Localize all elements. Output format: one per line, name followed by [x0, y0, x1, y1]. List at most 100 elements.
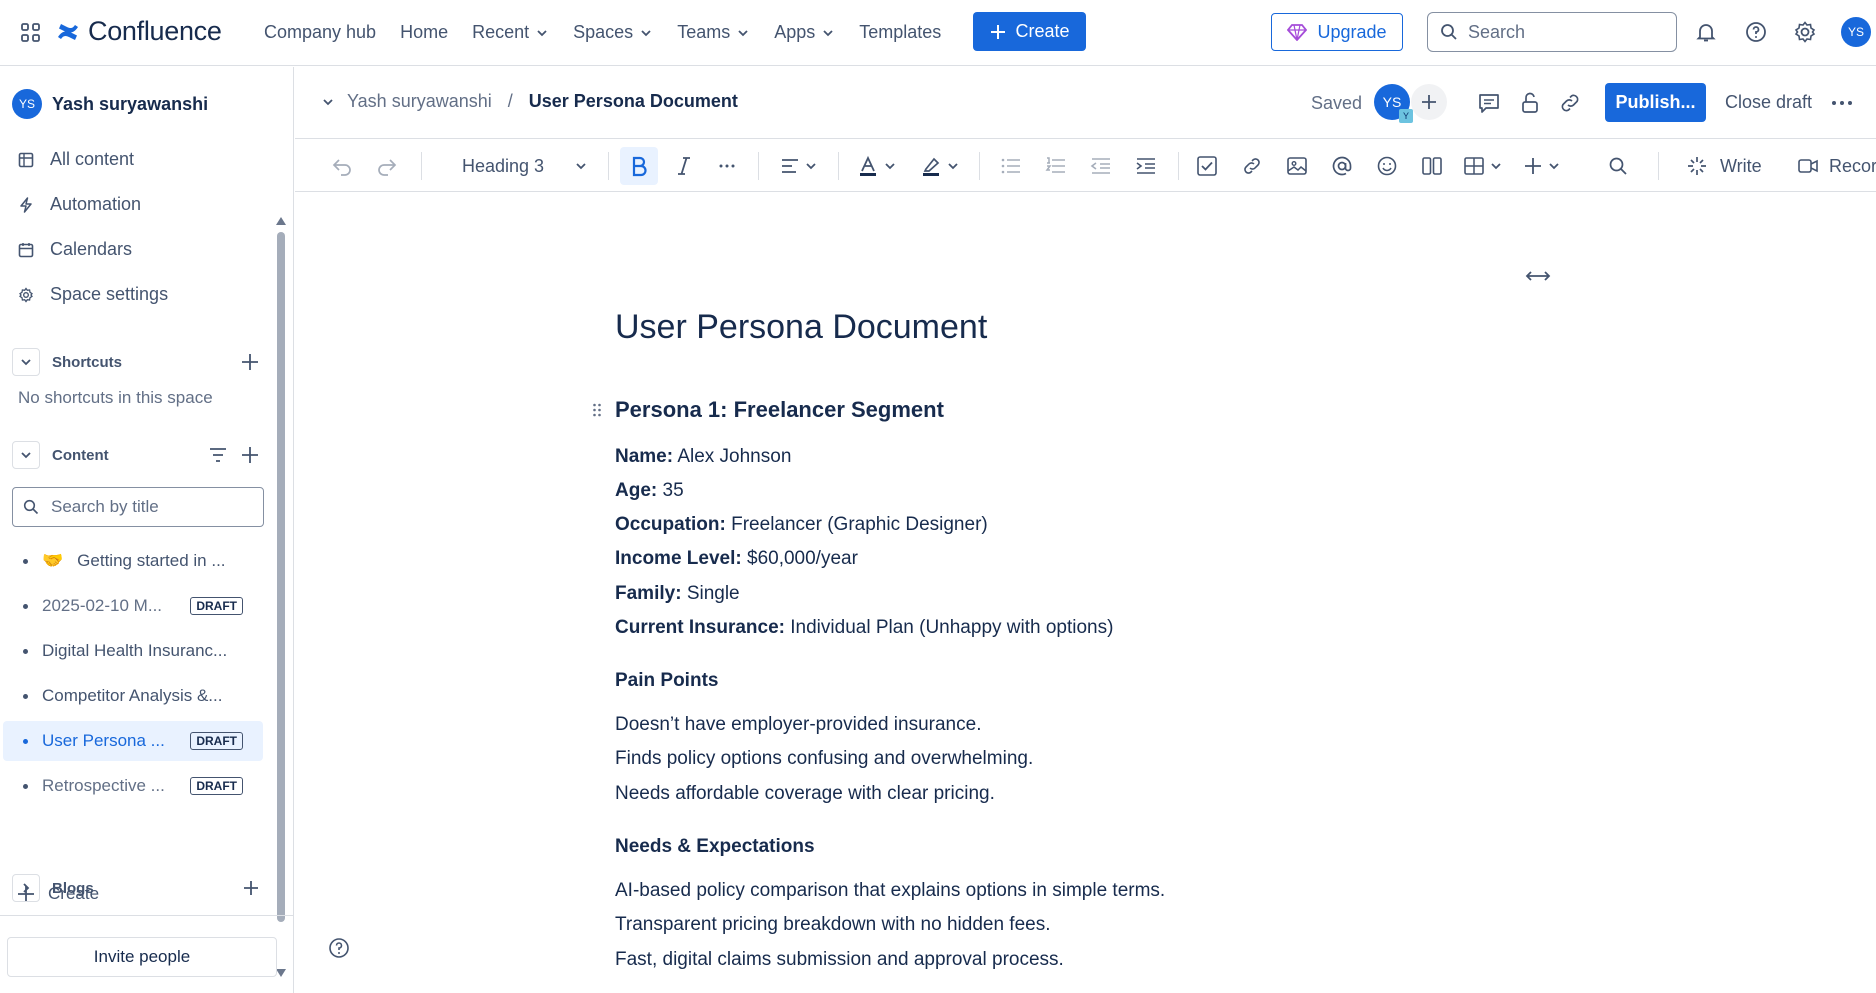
chevron-down-icon	[946, 159, 960, 173]
comment-icon[interactable]	[1477, 91, 1501, 115]
chevron-down-icon	[821, 26, 835, 40]
global-search-input[interactable]: Search	[1427, 12, 1677, 52]
plus-icon	[989, 23, 1007, 41]
persona-field[interactable]: Current Insurance: Individual Plan (Unha…	[615, 617, 1113, 639]
tree-item[interactable]: Competitor Analysis &...	[3, 676, 263, 716]
ai-write-button[interactable]: Write	[1686, 153, 1762, 179]
help-icon[interactable]	[328, 937, 350, 959]
more-options-icon[interactable]	[1830, 93, 1854, 113]
persona-field[interactable]: Family: Single	[615, 583, 740, 605]
link-icon[interactable]	[1558, 91, 1582, 115]
search-by-title-input[interactable]: Search by title	[12, 487, 264, 527]
mention-icon[interactable]	[1331, 153, 1353, 179]
need-item[interactable]: Transparent pricing breakdown with no hi…	[615, 914, 1051, 936]
sidebar-item-calendars[interactable]: Calendars	[18, 239, 132, 260]
columns-layout-icon[interactable]	[1421, 153, 1443, 179]
upgrade-button[interactable]: Upgrade	[1271, 13, 1403, 51]
link-icon[interactable]	[1241, 153, 1263, 179]
bell-icon[interactable]	[1694, 20, 1718, 44]
redo-icon[interactable]	[376, 153, 398, 179]
chevron-down-icon[interactable]	[12, 348, 40, 376]
editor-content[interactable]: User Persona Document Persona 1: Freelan…	[295, 193, 1876, 993]
add-shortcut-icon[interactable]	[240, 352, 260, 372]
tree-item[interactable]: 🤝 Getting started in ...	[3, 541, 263, 581]
invite-people-button[interactable]: Invite people	[7, 937, 277, 977]
drag-handle-icon[interactable]	[592, 402, 602, 418]
text-style-dropdown[interactable]: Heading 3	[462, 153, 588, 179]
nav-company-hub[interactable]: Company hub	[264, 18, 388, 47]
nav-recent[interactable]: Recent	[460, 18, 561, 47]
italic-icon[interactable]	[675, 153, 693, 179]
bullet-list-icon[interactable]	[1000, 153, 1022, 179]
sidebar-scrollbar-thumb[interactable]	[277, 232, 285, 922]
chevron-down-icon[interactable]	[12, 441, 40, 469]
pain-point[interactable]: Finds policy options confusing and overw…	[615, 748, 1033, 770]
text-color-dropdown[interactable]	[857, 153, 897, 179]
persona-field[interactable]: Income Level: $60,000/year	[615, 548, 858, 570]
persona-field[interactable]: Age: 35	[615, 480, 684, 502]
tree-item[interactable]: 2025-02-10 M... DRAFT	[3, 586, 263, 626]
pain-point[interactable]: Doesn’t have employer-provided insurance…	[615, 714, 981, 736]
highlight-dropdown[interactable]	[920, 153, 960, 179]
space-header[interactable]: YS Yash suryawanshi	[12, 89, 208, 119]
nav-templates[interactable]: Templates	[847, 18, 953, 47]
nav-teams[interactable]: Teams	[665, 18, 762, 47]
nav-label: Teams	[677, 22, 731, 42]
persona-field[interactable]: Occupation: Freelancer (Graphic Designer…	[615, 514, 988, 536]
needs-heading[interactable]: Needs & Expectations	[615, 836, 815, 858]
pain-points-heading[interactable]: Pain Points	[615, 670, 718, 692]
add-content-icon[interactable]	[240, 445, 260, 465]
gear-icon[interactable]	[1793, 20, 1817, 44]
find-icon[interactable]	[1607, 153, 1629, 179]
insert-dropdown[interactable]	[1523, 153, 1561, 179]
chevron-down-icon[interactable]	[321, 95, 335, 109]
outdent-icon[interactable]	[1090, 153, 1112, 179]
table-dropdown[interactable]	[1463, 153, 1503, 179]
chevron-right-icon[interactable]	[12, 874, 40, 902]
undo-icon[interactable]	[331, 153, 353, 179]
page-title[interactable]: User Persona Document	[615, 308, 987, 347]
task-icon[interactable]	[1196, 153, 1218, 179]
persona-heading[interactable]: Persona 1: Freelancer Segment	[615, 397, 944, 423]
highlighter-icon	[920, 155, 942, 177]
tree-item[interactable]: Retrospective ... DRAFT	[3, 766, 263, 806]
image-icon[interactable]	[1286, 153, 1308, 179]
breadcrumb-space[interactable]: Yash suryawanshi	[347, 91, 492, 112]
draft-badge: DRAFT	[190, 597, 243, 615]
persona-field[interactable]: Name: Alex Johnson	[615, 446, 791, 468]
indent-icon[interactable]	[1135, 153, 1157, 179]
bullet	[23, 783, 28, 789]
emoji-icon[interactable]	[1376, 153, 1398, 179]
expand-width-icon[interactable]	[1525, 269, 1551, 283]
record-button[interactable]: Recor	[1797, 153, 1876, 179]
close-draft-button[interactable]: Close draft	[1725, 92, 1812, 113]
numbered-list-icon[interactable]	[1045, 153, 1067, 179]
alignment-dropdown[interactable]	[780, 153, 818, 179]
nav-home[interactable]: Home	[388, 18, 460, 47]
tree-item[interactable]: Digital Health Insuranc...	[3, 631, 263, 671]
need-item[interactable]: AI-based policy comparison that explains…	[615, 880, 1165, 902]
confluence-logo-icon	[56, 20, 80, 44]
add-blog-icon[interactable]	[242, 879, 260, 897]
add-collaborator-button[interactable]	[1411, 84, 1447, 120]
bold-icon[interactable]	[629, 153, 649, 179]
help-icon[interactable]	[1744, 20, 1768, 44]
tree-item-label: Getting started in ...	[77, 551, 226, 570]
publish-button[interactable]: Publish...	[1605, 83, 1706, 122]
pain-point[interactable]: Needs affordable coverage with clear pri…	[615, 783, 995, 805]
nav-apps[interactable]: Apps	[762, 18, 847, 47]
nav-spaces[interactable]: Spaces	[561, 18, 665, 47]
more-formatting-icon[interactable]	[717, 153, 737, 179]
sidebar-item-automation[interactable]: Automation	[18, 194, 141, 215]
need-item[interactable]: Fast, digital claims submission and appr…	[615, 949, 1064, 971]
sidebar-item-space-settings[interactable]: Space settings	[18, 284, 168, 305]
user-avatar[interactable]: YS	[1841, 17, 1871, 47]
unlock-icon[interactable]	[1518, 91, 1542, 115]
bullet	[23, 738, 28, 744]
create-button[interactable]: Create	[973, 12, 1086, 51]
tree-item-selected[interactable]: User Persona ... DRAFT	[3, 721, 263, 761]
sidebar-item-all-content[interactable]: All content	[18, 149, 134, 170]
filter-icon[interactable]	[208, 446, 228, 464]
confluence-logo[interactable]: Confluence	[56, 16, 222, 47]
app-switcher-icon[interactable]	[20, 22, 42, 44]
